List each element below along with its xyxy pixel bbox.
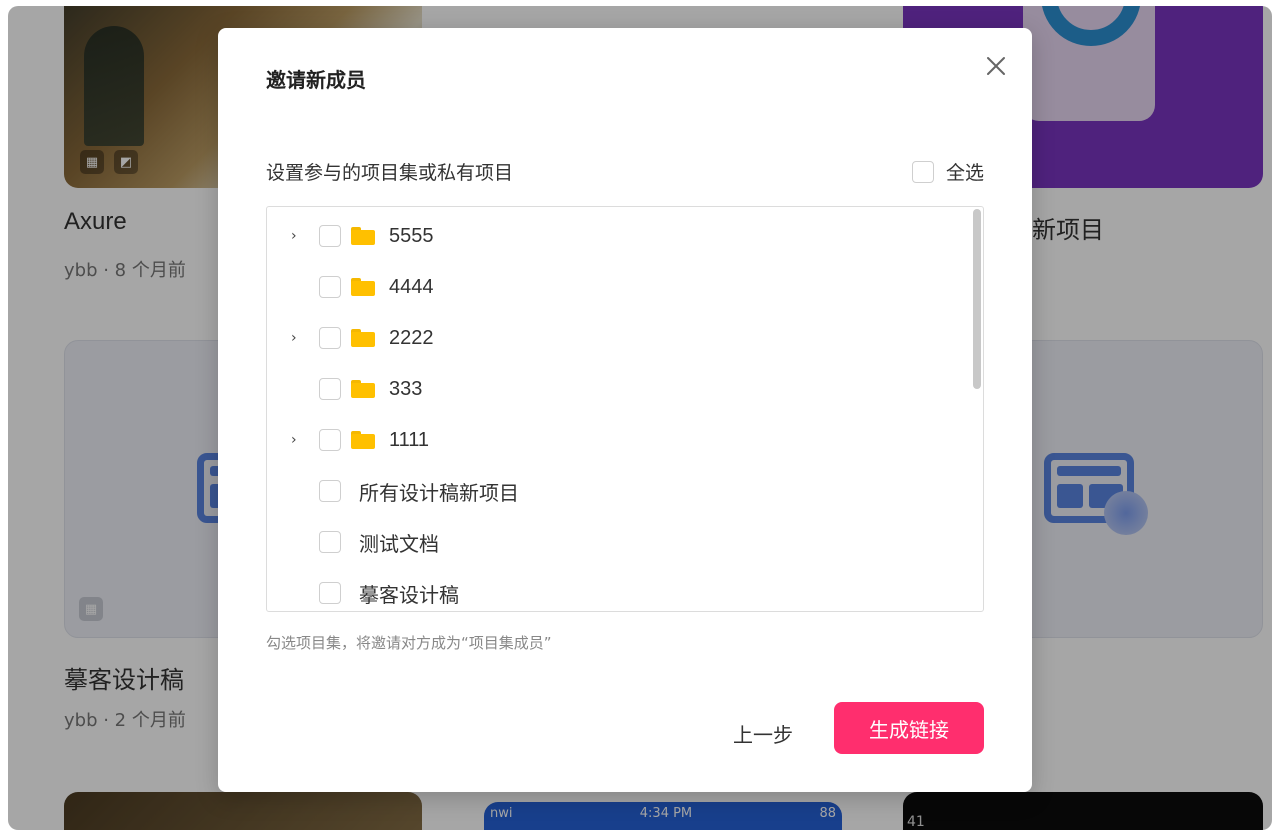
tree-item[interactable]: › 摹客设计稿 <box>267 568 967 611</box>
tree-item[interactable]: › 2222 <box>267 313 967 363</box>
folder-icon <box>351 278 375 296</box>
tree-item-label: 4444 <box>389 275 434 298</box>
checkbox[interactable] <box>319 276 341 298</box>
tree-item[interactable]: › 测试文档 <box>267 517 967 567</box>
checkbox[interactable] <box>319 429 341 451</box>
tree-item-label: 摹客设计稿 <box>359 584 459 607</box>
dialog-title: 邀请新成员 <box>266 68 366 92</box>
checkbox[interactable] <box>319 480 341 502</box>
folder-icon <box>351 329 375 347</box>
folder-icon <box>351 227 375 245</box>
tree-item-label: 333 <box>389 377 423 400</box>
tree-item[interactable]: › 1111 <box>267 415 967 465</box>
checkbox[interactable] <box>911 160 934 183</box>
checkbox[interactable] <box>319 378 341 400</box>
checkbox[interactable] <box>319 531 341 553</box>
folder-icon <box>351 380 375 398</box>
chevron-right-icon[interactable]: › <box>291 432 307 448</box>
generate-link-button[interactable]: 生成链接 <box>834 702 984 754</box>
chevron-right-icon[interactable]: › <box>291 330 307 346</box>
checkbox[interactable] <box>319 225 341 247</box>
tree-item[interactable]: › 333 <box>267 364 967 414</box>
tree-item[interactable]: › 4444 <box>267 262 967 312</box>
hint-text: 勾选项目集，将邀请对方成为“项目集成员” <box>266 634 552 652</box>
select-all-label: 全选 <box>945 162 984 184</box>
tree-item-label: 测试文档 <box>359 533 439 556</box>
scrollbar-thumb[interactable] <box>973 209 981 389</box>
section-label: 设置参与的项目集或私有项目 <box>266 162 514 184</box>
tree-item-label: 2222 <box>389 326 434 349</box>
tree-item-label: 所有设计稿新项目 <box>359 482 519 505</box>
folder-icon <box>351 431 375 449</box>
select-all-checkbox[interactable]: 全选 <box>911 158 984 185</box>
close-button[interactable] <box>982 52 1010 80</box>
chevron-right-icon[interactable]: › <box>291 228 307 244</box>
close-icon <box>987 57 1005 75</box>
project-tree-list[interactable]: › 5555 › 4444 › 2222 › 333 › 1111 <box>266 206 984 612</box>
invite-member-dialog: 邀请新成员 设置参与的项目集或私有项目 全选 › 5555 › 4444 › 2… <box>218 28 1032 792</box>
checkbox[interactable] <box>319 582 341 604</box>
tree-item-label: 1111 <box>389 428 430 451</box>
checkbox[interactable] <box>319 327 341 349</box>
tree-item-label: 5555 <box>389 224 434 247</box>
tree-item[interactable]: › 所有设计稿新项目 <box>267 466 967 516</box>
tree-item[interactable]: › 5555 <box>267 211 967 261</box>
previous-step-button[interactable]: 上一步 <box>708 708 818 758</box>
